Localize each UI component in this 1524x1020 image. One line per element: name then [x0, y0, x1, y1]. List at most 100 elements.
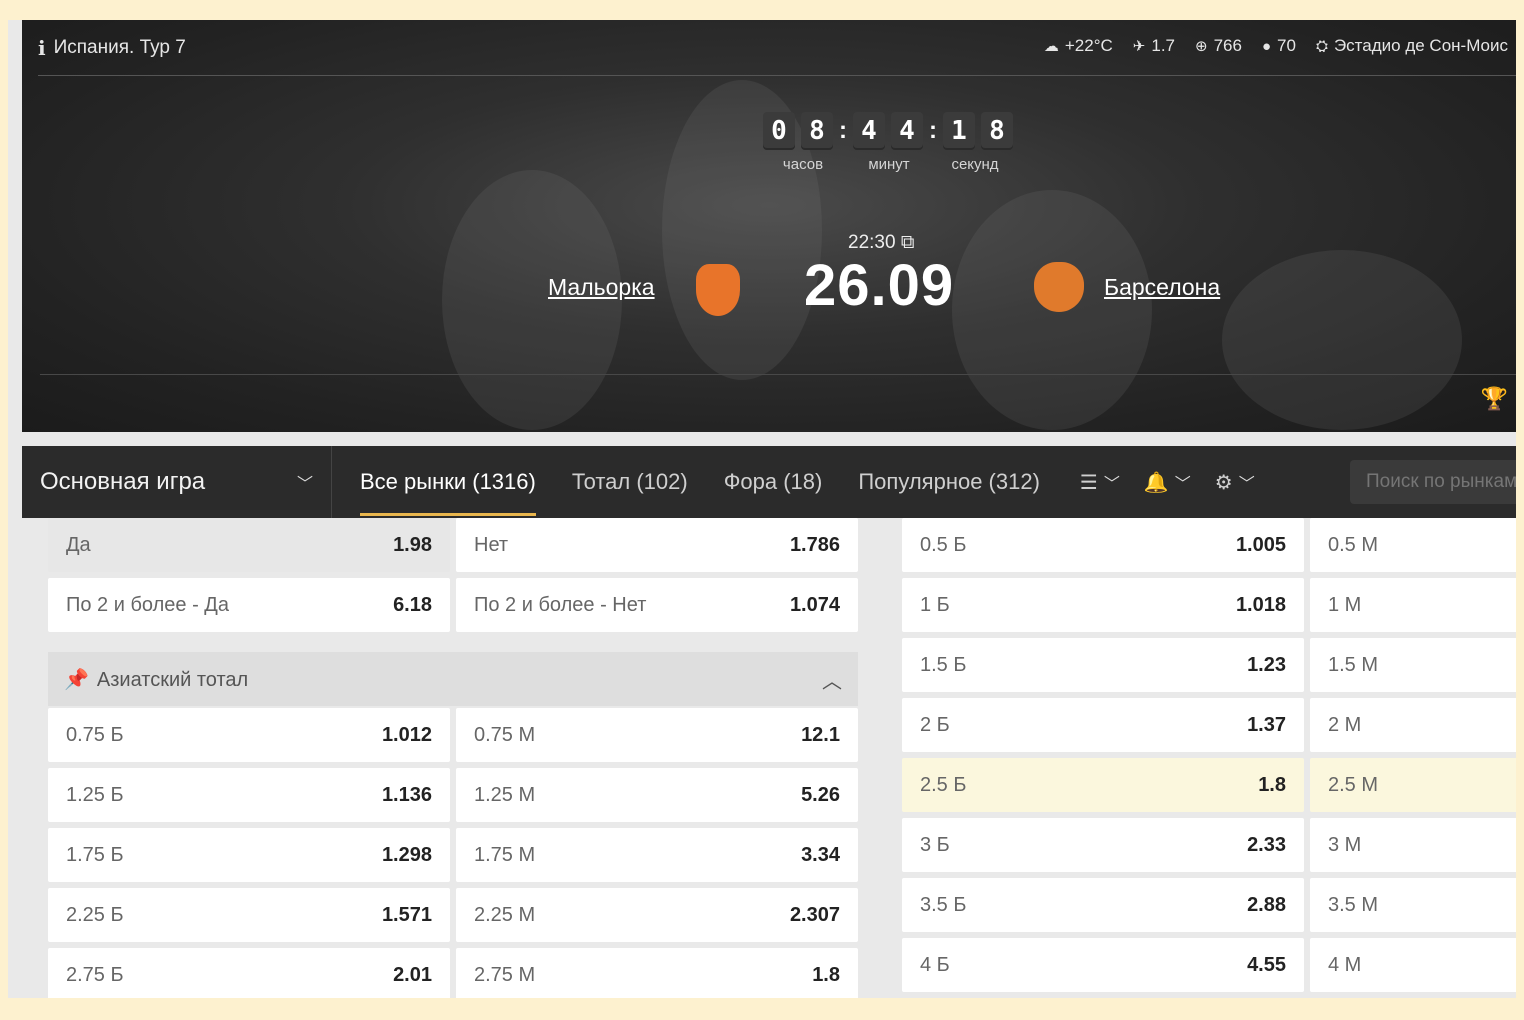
market-row: По 2 и более - Да 6.18 По 2 и более - Нет…	[48, 578, 864, 632]
odds-value: 6.18	[393, 593, 432, 616]
odds-button[interactable]: 1.5 Б 1.23	[902, 638, 1304, 692]
match-header: i Испания. Тур 7 ☁ +22°C ✈ 1.7 ⊕ 766 ● 70 ⛭ Э…	[22, 20, 1516, 432]
odds-button[interactable]: 4 Б 4.55	[902, 938, 1304, 992]
outcome-label: 2.5 М	[1328, 773, 1379, 796]
pressure-value: 766	[1213, 36, 1242, 55]
odds-button[interactable]: 0.5 Б 1.005	[902, 518, 1304, 572]
chevron-up-icon[interactable]: ︿	[822, 665, 842, 694]
info-icon[interactable]: i	[38, 36, 46, 60]
odds-button[interactable]: 2.25 М 2.307	[456, 888, 858, 942]
odds-button[interactable]: 0.5 М	[1310, 518, 1516, 572]
odds-button[interactable]: 2.5 М	[1310, 758, 1516, 812]
odds-button[interactable]: 2.75 М 1.8	[456, 948, 858, 998]
odds-button[interactable]: По 2 и более - Нет 1.074	[456, 578, 858, 632]
odds-button[interactable]: 1 М	[1310, 578, 1516, 632]
odds-button[interactable]: 2 М	[1310, 698, 1516, 752]
odds-button[interactable]: 1 Б 1.018	[902, 578, 1304, 632]
odds-button[interactable]: 2.25 Б 1.571	[48, 888, 450, 942]
stadium-icon: ⛭	[1315, 37, 1328, 55]
odds-button[interactable]: 4 М	[1310, 938, 1516, 992]
pin-icon[interactable]: 📌	[64, 669, 89, 691]
weather-wind: ✈ 1.7	[1133, 36, 1175, 56]
odds-button[interactable]: 1.5 М	[1310, 638, 1516, 692]
odds-button[interactable]: 1.75 М 3.34	[456, 828, 858, 882]
tab-total[interactable]: Тотал (102)	[572, 446, 688, 518]
odds-button[interactable]: 2 Б 1.37	[902, 698, 1304, 752]
odds-button[interactable]: Да 1.98	[48, 518, 450, 572]
tv-icon[interactable]: ⧉	[901, 232, 915, 253]
countdown-digit: 4	[853, 112, 885, 150]
odds-value: 2.01	[393, 963, 432, 986]
settings-button[interactable]: ⚙ ﹀	[1215, 470, 1255, 495]
weather-humidity: ● 70	[1262, 36, 1296, 56]
odds-button[interactable]: 2.75 Б 2.01	[48, 948, 450, 998]
countdown-digit: 1	[943, 112, 975, 150]
pressure-icon: ⊕	[1195, 38, 1208, 55]
odds-value: 2.33	[1247, 833, 1286, 856]
odds-button[interactable]: 2.5 Б 1.8	[902, 758, 1304, 812]
market-row: 2.5 Б 1.8 2.5 М	[902, 758, 1516, 812]
trophy-icon[interactable]: 🏆	[1481, 386, 1508, 412]
weather-info: ☁ +22°C ✈ 1.7 ⊕ 766 ● 70 ⛭ Эстадио де Сон-Мои…	[1044, 36, 1508, 56]
outcome-label: 1.5 Б	[920, 653, 967, 676]
match-time-value: 22:30	[848, 232, 896, 253]
odds-value: 5.26	[801, 783, 840, 806]
odds-button[interactable]: 1.75 Б 1.298	[48, 828, 450, 882]
odds-button[interactable]: 1.25 Б 1.136	[48, 768, 450, 822]
away-team-link[interactable]: Барселона	[1104, 274, 1220, 301]
odds-value: 1.298	[381, 843, 432, 866]
odds-value: 1.012	[381, 723, 432, 746]
outcome-label: 3 Б	[920, 833, 950, 856]
outcome-label: 1.5 М	[1328, 653, 1379, 676]
market-row: 1 Б 1.018 1 М	[902, 578, 1516, 632]
league-title: Испания. Тур 7	[53, 37, 186, 58]
odds-value: 1.8	[812, 963, 840, 986]
market-row: 2 Б 1.37 2 М	[902, 698, 1516, 752]
odds-button[interactable]: 3 Б 2.33	[902, 818, 1304, 872]
outcome-label: 2 М	[1328, 713, 1362, 736]
market-row: 1.75 Б 1.298 1.75 М 3.34	[48, 828, 864, 882]
home-team-link[interactable]: Мальорка	[548, 274, 655, 301]
asian-total-header[interactable]: 📌 Азиатский тотал ︿	[48, 652, 858, 706]
market-search-input[interactable]	[1350, 460, 1516, 504]
humidity-icon: ●	[1261, 37, 1272, 55]
odds-button[interactable]: 3.5 М	[1310, 878, 1516, 932]
outcome-label: 2.75 Б	[66, 963, 124, 986]
outcome-label: 3 М	[1328, 833, 1362, 856]
odds-button[interactable]: 0.75 Б 1.012	[48, 708, 450, 762]
outcome-label: 0.5 Б	[920, 533, 967, 556]
outcome-label: По 2 и более - Да	[66, 593, 229, 616]
countdown-digit: 0	[763, 112, 795, 150]
odds-value: 1.571	[381, 903, 432, 926]
game-period-select[interactable]: Основная игра ﹀	[22, 446, 332, 518]
outcome-label: 1.25 Б	[66, 783, 124, 806]
outcome-label: 1.75 Б	[66, 843, 124, 866]
odds-value: 2.88	[1247, 893, 1286, 916]
tab-handicap[interactable]: Фора (18)	[724, 446, 823, 518]
odds-button[interactable]: 0.75 М 12.1	[456, 708, 858, 762]
market-row: 1.25 Б 1.136 1.25 М 5.26	[48, 768, 864, 822]
toolbar: ☰ ﹀ 🔔 ﹀ ⚙ ﹀	[1080, 470, 1255, 495]
outcome-label: 4 М	[1328, 953, 1362, 976]
odds-button[interactable]: 3 М	[1310, 818, 1516, 872]
odds-value: 1.8	[1258, 773, 1286, 796]
weather-temp: ☁ +22°C	[1044, 36, 1113, 56]
seconds-label: секунд	[951, 156, 999, 173]
away-team-crest-icon	[1034, 262, 1084, 312]
odds-button[interactable]: 1.25 М 5.26	[456, 768, 858, 822]
odds-value: 2.307	[789, 903, 840, 926]
odds-button[interactable]: 3.5 Б 2.88	[902, 878, 1304, 932]
outcome-label: 4 Б	[920, 953, 950, 976]
outcome-label: 3.5 Б	[920, 893, 967, 916]
tab-all-markets[interactable]: Все рынки (1316)	[360, 446, 536, 518]
outcome-label: 2.75 М	[474, 963, 536, 986]
notifications-button[interactable]: 🔔 ﹀	[1144, 470, 1191, 495]
weather-pressure: ⊕ 766	[1195, 36, 1242, 56]
tab-popular[interactable]: Популярное (312)	[858, 446, 1040, 518]
odds-button[interactable]: По 2 и более - Да 6.18	[48, 578, 450, 632]
wind-icon: ✈	[1132, 38, 1146, 55]
countdown-colon: :	[839, 117, 847, 144]
odds-button[interactable]: Нет 1.786	[456, 518, 858, 572]
market-row: 2.75 Б 2.01 2.75 М 1.8	[48, 948, 864, 998]
view-mode-button[interactable]: ☰ ﹀	[1080, 470, 1120, 495]
